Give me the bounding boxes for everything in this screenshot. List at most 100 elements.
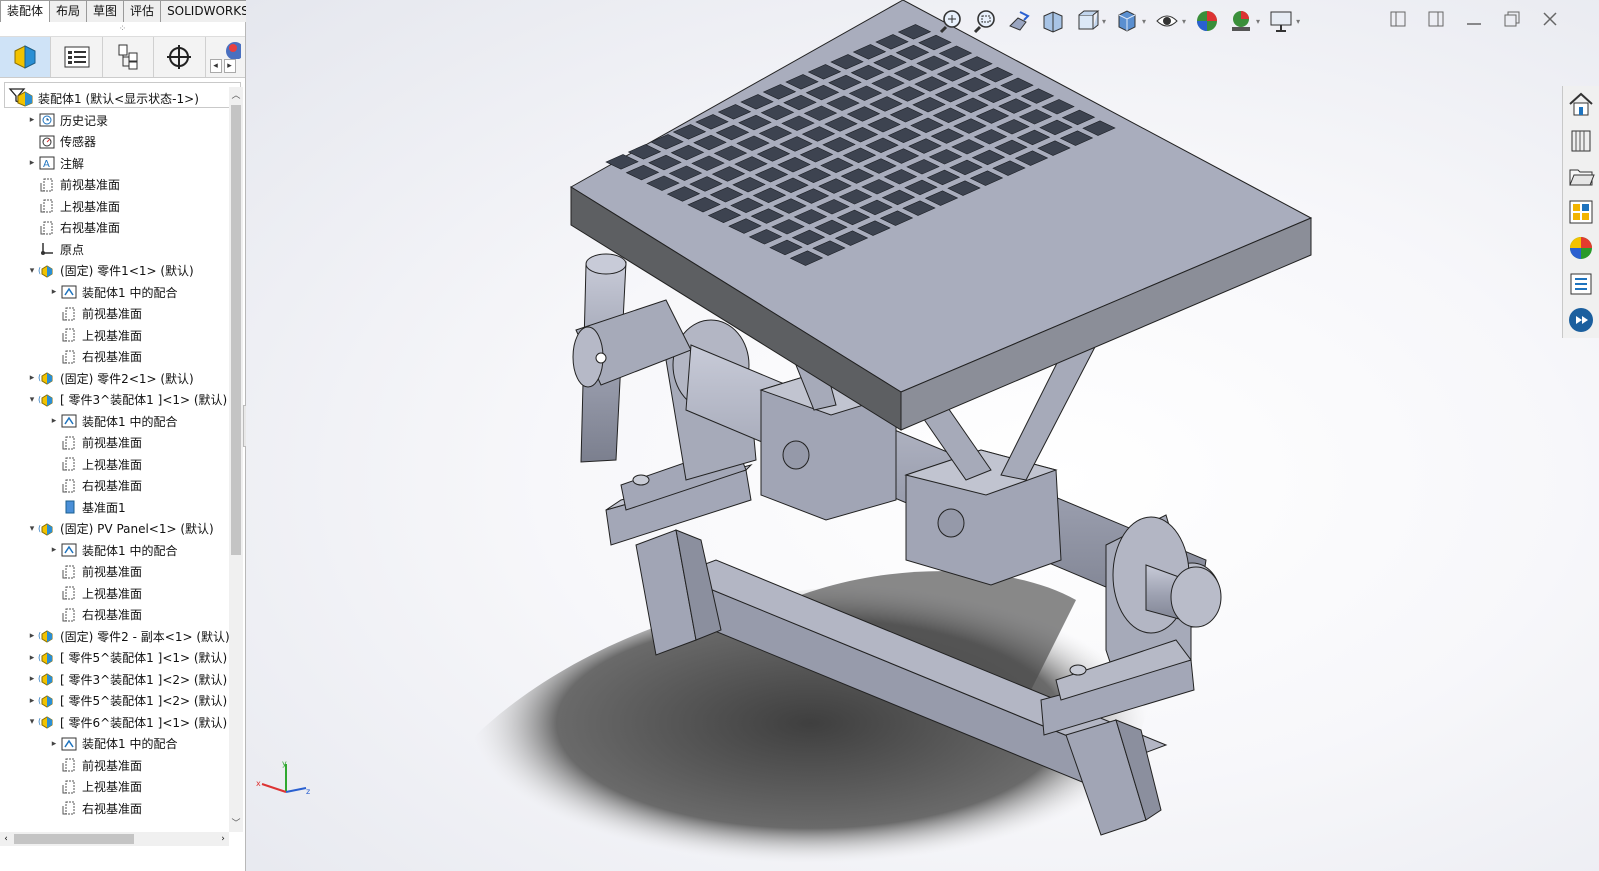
solidworks-forum-tab[interactable] [1563, 302, 1599, 338]
scroll-left-arrow[interactable]: ‹ [0, 832, 12, 846]
assembly-model[interactable] [246, 0, 1599, 871]
expand-arrow-icon[interactable]: ▸ [26, 158, 38, 168]
tree-item[interactable]: ▸((固定) 零件2<1> (默认) [26, 368, 194, 389]
display-manager-tab[interactable]: ◂ ▸ [206, 37, 246, 77]
dimxpert-tab[interactable] [154, 37, 206, 77]
tree-item[interactable]: 原点 [26, 239, 84, 260]
tree-item[interactable]: 右视基准面 [48, 604, 142, 625]
tile-left-button[interactable] [1387, 8, 1409, 30]
tab-2[interactable]: 草图 [86, 0, 125, 22]
tree-item[interactable]: ▸((固定) 零件2 - 副本<1> (默认) [26, 626, 229, 647]
file-explorer-tab[interactable] [1563, 158, 1599, 194]
tree-horizontal-scrollbar[interactable]: ‹ › [0, 832, 229, 846]
previous-view-button[interactable] [1004, 7, 1034, 35]
tree-item[interactable]: 前视基准面 [26, 174, 120, 195]
plane-icon [60, 779, 78, 795]
tree-item[interactable]: ▸ A 注解 [26, 153, 84, 174]
appearances-tab[interactable] [1563, 230, 1599, 266]
scroll-right-arrow[interactable]: › [217, 832, 229, 846]
tree-item[interactable]: 右视基准面 [48, 346, 142, 367]
tree-item[interactable]: 传感器 [26, 131, 96, 152]
custom-properties-tab[interactable] [1563, 266, 1599, 302]
tree-item[interactable]: 上视基准面 [48, 454, 142, 475]
propertymanager-tab[interactable] [51, 37, 103, 77]
expand-arrow-icon[interactable]: ▸ [26, 653, 38, 663]
configurationmanager-tab[interactable] [103, 37, 155, 77]
tree-item[interactable]: ▸ 历史记录 [26, 110, 108, 131]
tree-item[interactable]: ▸([ 零件3^装配体1 ]<2> (默认) [26, 669, 228, 690]
tabs-scroll-left[interactable]: ◂ [209, 59, 222, 73]
tabs-scroll-right[interactable]: ▸ [223, 59, 236, 73]
panel-grip[interactable]: ⁘ [0, 22, 245, 37]
tree-item[interactable]: 右视基准面 [26, 217, 120, 238]
apply-scene-dropdown[interactable]: ▾ [1256, 17, 1260, 26]
expand-arrow-icon[interactable]: ▸ [48, 739, 60, 749]
expand-arrow-icon[interactable]: ▸ [26, 674, 38, 684]
view-orientation-button[interactable] [1072, 7, 1102, 35]
expand-arrow-icon[interactable]: ▸ [48, 545, 60, 555]
hide-show-items-button[interactable] [1152, 7, 1182, 35]
expand-arrow-icon[interactable]: ▸ [26, 115, 38, 125]
collapse-arrow-icon[interactable]: ▾ [26, 395, 38, 405]
file-explorer-icon [1569, 169, 1595, 186]
collapse-arrow-icon[interactable]: ▾ [26, 266, 38, 276]
solidworks-resources-tab[interactable] [1563, 86, 1599, 122]
tree-item[interactable]: 上视基准面 [48, 583, 142, 604]
tree-item[interactable]: 右视基准面 [48, 798, 142, 819]
expand-arrow-icon[interactable]: ▸ [48, 287, 60, 297]
expand-arrow-icon[interactable]: ▸ [26, 631, 38, 641]
tree-item[interactable]: 基准面1 [48, 497, 126, 518]
view-settings-dropdown[interactable]: ▾ [1296, 17, 1300, 26]
tree-item[interactable]: 前视基准面 [48, 561, 142, 582]
tree-item[interactable]: ▸([ 零件5^装配体1 ]<2> (默认) [26, 690, 228, 711]
tree-item[interactable]: ▾((固定) PV Panel<1> (默认) [26, 518, 214, 539]
hide-show-dropdown[interactable]: ▾ [1182, 17, 1186, 26]
tree-item[interactable]: ▾([ 零件6^装配体1 ]<1> (默认) [26, 712, 228, 733]
view-orientation-dropdown[interactable]: ▾ [1102, 17, 1106, 26]
tree-vertical-scrollbar[interactable]: ︿ ﹀ [229, 87, 243, 832]
restore-button[interactable] [1501, 8, 1523, 30]
expand-arrow-icon[interactable]: ▸ [26, 373, 38, 383]
graphics-area[interactable]: y x z ▾ ▾ ▾ ▾ ▾ [246, 0, 1599, 871]
tree-item[interactable]: ▾([ 零件3^装配体1 ]<1> (默认) [26, 389, 228, 410]
tree-item[interactable]: 上视基准面 [26, 196, 120, 217]
tree-item[interactable]: ▸ 装配体1 中的配合 [48, 540, 177, 561]
edit-appearance-button[interactable] [1192, 7, 1222, 35]
scrollbar-thumb[interactable] [231, 105, 241, 555]
collapse-arrow-icon[interactable]: ▾ [26, 524, 38, 534]
tree-item[interactable]: 装配体1 (默认<显示状态-1>) [4, 88, 199, 109]
close-button[interactable] [1539, 8, 1561, 30]
minimize-button[interactable] [1463, 8, 1485, 30]
apply-scene-button[interactable] [1226, 7, 1256, 35]
tree-item[interactable]: ▸ 装配体1 中的配合 [48, 733, 177, 754]
tree-item[interactable]: ▸([ 零件5^装配体1 ]<1> (默认) [26, 647, 228, 668]
expand-arrow-icon[interactable]: ▸ [26, 696, 38, 706]
tree-item[interactable]: ▸ 装配体1 中的配合 [48, 282, 177, 303]
tree-item[interactable]: 上视基准面 [48, 776, 142, 797]
tree-item[interactable]: 前视基准面 [48, 755, 142, 776]
expand-arrow-icon[interactable]: ▸ [48, 416, 60, 426]
tree-item[interactable]: 前视基准面 [48, 432, 142, 453]
view-palette-tab[interactable] [1563, 194, 1599, 230]
tree-item[interactable]: 上视基准面 [48, 325, 142, 346]
tab-3[interactable]: 评估 [123, 0, 162, 22]
display-style-dropdown[interactable]: ▾ [1142, 17, 1146, 26]
tree-item[interactable]: 前视基准面 [48, 303, 142, 324]
tab-1[interactable]: 布局 [49, 0, 88, 22]
design-library-tab[interactable] [1563, 122, 1599, 158]
collapse-arrow-icon[interactable]: ▾ [26, 717, 38, 727]
hscroll-thumb[interactable] [14, 834, 134, 844]
tab-0[interactable]: 装配体 [0, 0, 51, 23]
tree-item[interactable]: ▾((固定) 零件1<1> (默认) [26, 260, 194, 281]
tile-right-button[interactable] [1425, 8, 1447, 30]
tree-item[interactable]: 右视基准面 [48, 475, 142, 496]
display-style-button[interactable] [1112, 7, 1142, 35]
scroll-down-arrow[interactable]: ﹀ [229, 817, 243, 831]
zoom-to-area-button[interactable] [970, 7, 1000, 35]
tree-item[interactable]: ▸ 装配体1 中的配合 [48, 411, 177, 432]
featuremanager-tab[interactable] [0, 37, 52, 77]
scroll-up-arrow[interactable]: ︿ [229, 89, 243, 103]
section-view-button[interactable] [1038, 7, 1068, 35]
zoom-to-fit-button[interactable] [936, 7, 966, 35]
view-settings-button[interactable] [1266, 7, 1296, 35]
